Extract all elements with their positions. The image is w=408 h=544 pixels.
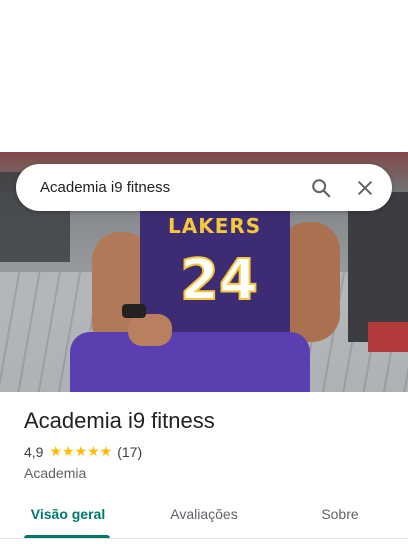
rating-value: 4,9 xyxy=(24,444,44,460)
close-icon xyxy=(358,180,372,195)
photo-rack-right xyxy=(348,192,408,342)
photo-shorts xyxy=(70,332,310,392)
map-area xyxy=(0,0,408,152)
clear-search-button[interactable] xyxy=(345,168,385,208)
search-bar[interactable]: Academia i9 fitness xyxy=(16,164,392,211)
tab-divider xyxy=(0,538,408,539)
place-category[interactable]: Academia xyxy=(24,465,86,481)
rating-row[interactable]: 4,9 ★★★★★ (17) xyxy=(24,444,142,460)
jersey-number: 24 xyxy=(179,247,259,314)
photo-hand xyxy=(128,314,172,346)
active-tab-indicator xyxy=(24,535,110,538)
photo-watch xyxy=(122,304,146,318)
place-title: Academia i9 fitness xyxy=(24,408,215,433)
rating-stars-icon: ★★★★★ xyxy=(49,444,113,460)
jersey-text: LAKERS xyxy=(168,214,262,238)
search-icon xyxy=(312,178,331,197)
review-count[interactable]: (17) xyxy=(117,444,142,460)
search-button[interactable] xyxy=(301,168,341,208)
tab-about[interactable]: Sobre xyxy=(272,496,408,544)
photo-bench xyxy=(368,322,408,352)
search-input[interactable]: Academia i9 fitness xyxy=(40,179,301,196)
tab-reviews[interactable]: Avaliações xyxy=(136,496,272,544)
